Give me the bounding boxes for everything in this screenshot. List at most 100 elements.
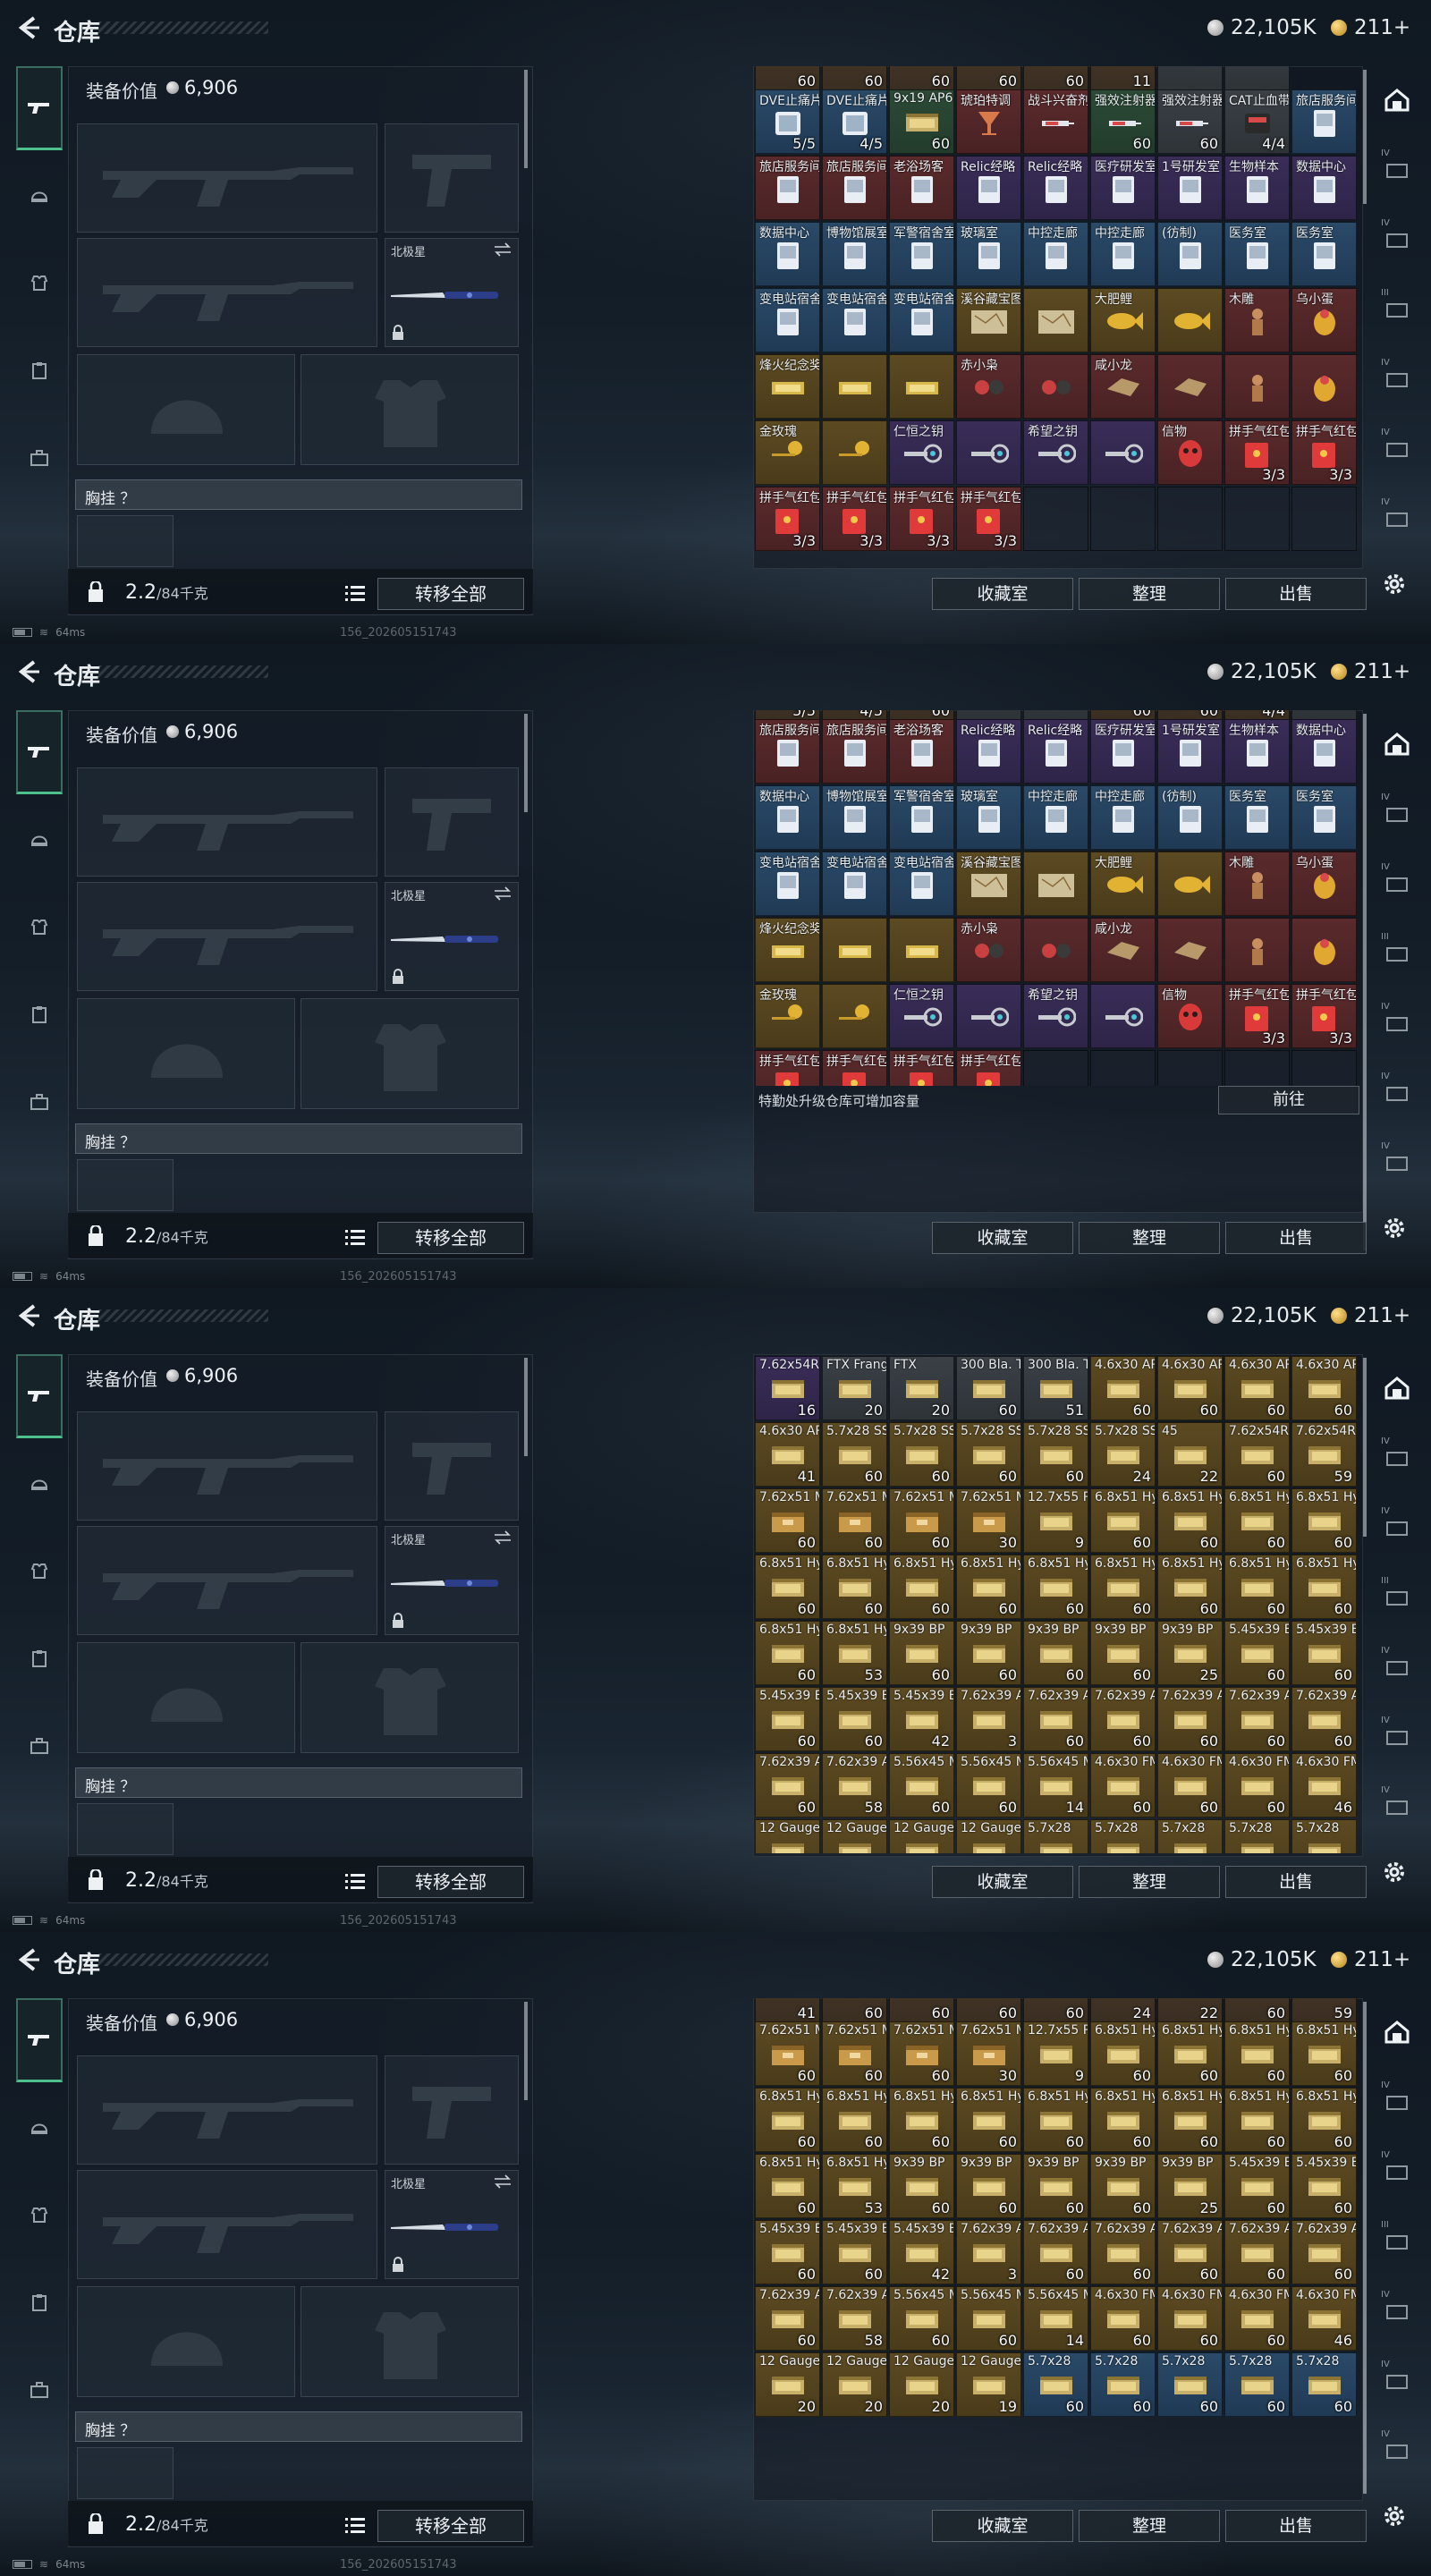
inventory-item[interactable]: 24: [1090, 1998, 1156, 2023]
sell-button[interactable]: 出售: [1225, 578, 1367, 610]
inventory-item[interactable]: 12 Gauge: [956, 1819, 1021, 1853]
transfer-all-button[interactable]: 转移全部: [377, 1866, 524, 1898]
inventory-item[interactable]: 6.8x51 Hybrid 60: [1090, 1488, 1156, 1553]
inventory-item[interactable]: [1023, 354, 1088, 419]
inventory-item[interactable]: 6.8x51 Hybrid 60: [1291, 2088, 1357, 2152]
tab-storage-2[interactable]: IV: [1372, 215, 1422, 265]
inventory-item[interactable]: [889, 918, 954, 982]
inventory-item[interactable]: 变电站宿舍: [822, 852, 887, 916]
inventory-item[interactable]: 60: [822, 1998, 887, 2023]
inventory-item[interactable]: 5.45x39 BS 60: [755, 1687, 820, 1751]
inventory-item[interactable]: 老浴场客: [889, 156, 954, 220]
inventory-item[interactable]: 4.6x30 FMJ SX 60: [1224, 2286, 1290, 2351]
inventory-item[interactable]: 60: [889, 1998, 954, 2023]
inventory-item[interactable]: FTX 20: [889, 1356, 954, 1420]
inventory-item[interactable]: [1224, 918, 1290, 982]
inventory-item[interactable]: 5.45x39 BS 42: [889, 1687, 954, 1751]
inventory-item[interactable]: 生物样本: [1224, 719, 1290, 784]
inventory-item[interactable]: 12 Gauge 20: [889, 2352, 954, 2417]
inventory-item[interactable]: 中控走廊: [1023, 785, 1088, 850]
tab-storage-3[interactable]: III: [1372, 1572, 1422, 1623]
tab-backpack[interactable]: [18, 1724, 61, 1767]
inventory-item[interactable]: 45 22: [1157, 1422, 1223, 1487]
inventory-item[interactable]: DVE止痛片 4/5: [822, 89, 887, 154]
inventory-item[interactable]: 9x39 BP 25: [1157, 1621, 1223, 1685]
inventory-item[interactable]: 变电站宿舍: [822, 288, 887, 352]
tab-storage-4[interactable]: IV: [1372, 1642, 1422, 1692]
tab-weapons[interactable]: [16, 66, 63, 150]
empty-inventory-slot[interactable]: [1157, 487, 1223, 551]
inventory-item[interactable]: [1023, 288, 1088, 352]
inventory-item[interactable]: 6.8x51 Hybrid 60: [1291, 1555, 1357, 1619]
gold-currency[interactable]: 211+: [1331, 660, 1410, 683]
inventory-item[interactable]: 7.62x54R SNB 16: [755, 1356, 820, 1420]
inventory-item[interactable]: 老浴场客: [889, 719, 954, 784]
inventory-item[interactable]: 60: [822, 66, 887, 91]
secondary-weapon-slot[interactable]: [77, 238, 377, 347]
inventory-item[interactable]: [1090, 984, 1156, 1048]
inventory-scrollbar[interactable]: [1363, 714, 1367, 1250]
inventory-item[interactable]: Relic经略: [1023, 156, 1088, 220]
armor-slot[interactable]: [301, 354, 519, 465]
inventory-item[interactable]: 12 Gauge 20: [755, 2352, 820, 2417]
inventory-item[interactable]: 6.8x51 Hybrid 60: [755, 2154, 820, 2218]
pistol-slot[interactable]: [385, 2055, 519, 2165]
inventory-item[interactable]: 旅店服务间: [1291, 89, 1357, 154]
inventory-item[interactable]: 变电站宿舍: [889, 288, 954, 352]
swap-icon[interactable]: [493, 242, 512, 257]
inventory-item[interactable]: 赤小枭: [956, 918, 1021, 982]
chest-rig-header[interactable]: 胸挂 ？: [75, 2411, 522, 2442]
melee-slot[interactable]: 北极星: [385, 882, 519, 991]
inventory-item[interactable]: 强效注射器 60: [1090, 89, 1156, 154]
tab-storage-2[interactable]: IV: [1372, 2147, 1422, 2197]
inventory-item[interactable]: 医务室: [1224, 785, 1290, 850]
primary-weapon-slot[interactable]: [77, 767, 377, 877]
sell-button[interactable]: 出售: [1225, 1866, 1367, 1898]
inventory-item[interactable]: 7.62x39 AP 60: [1023, 1687, 1088, 1751]
list-icon[interactable]: [345, 1229, 365, 1245]
chest-rig-slot[interactable]: [77, 515, 174, 567]
inventory-item[interactable]: 12.7x55 PS12B 9: [1023, 2021, 1088, 2086]
inventory-item[interactable]: 5.7x28 SS 60: [822, 1422, 887, 1487]
inventory-item[interactable]: 军警宿舍室: [889, 222, 954, 286]
inventory-item[interactable]: 6.8x51 Hybrid 60: [1224, 1555, 1290, 1619]
tab-chest-rig[interactable]: [18, 1637, 61, 1680]
chest-rig-slot[interactable]: [77, 1159, 174, 1211]
equipment-scrollbar[interactable]: [524, 714, 528, 812]
inventory-item[interactable]: 5.7x28: [1224, 1819, 1290, 1853]
inventory-item[interactable]: 拼手气红包 3/3: [822, 487, 887, 551]
inventory-item[interactable]: 9x39 BP 60: [1090, 2154, 1156, 2218]
inventory-item[interactable]: 6.8x51 Hybrid 60: [1291, 2021, 1357, 2086]
swap-icon[interactable]: [493, 886, 512, 901]
inventory-item[interactable]: 7.62x51 M80 30: [956, 2021, 1021, 2086]
inventory-item[interactable]: [1157, 66, 1223, 91]
inventory-scrollbar[interactable]: [1363, 70, 1367, 204]
transfer-all-button[interactable]: 转移全部: [377, 1222, 524, 1254]
inventory-item[interactable]: 5.7x28 60: [1090, 2352, 1156, 2417]
tab-chest-rig[interactable]: [18, 2281, 61, 2324]
inventory-item[interactable]: 9x39 BP 60: [1023, 1621, 1088, 1685]
inventory-item[interactable]: 7.62x39 AP 3: [956, 1687, 1021, 1751]
empty-inventory-slot[interactable]: [1023, 1050, 1088, 1086]
inventory-item[interactable]: 4.6x30 AP 60: [1291, 1356, 1357, 1420]
tab-all[interactable]: [1372, 719, 1422, 769]
armor-slot[interactable]: [301, 2286, 519, 2397]
chest-rig-header[interactable]: 胸挂 ？: [75, 479, 522, 510]
inventory-item[interactable]: 拼手气红包 3/3: [956, 487, 1021, 551]
inventory-item[interactable]: [1291, 354, 1357, 419]
inventory-item[interactable]: 7.62x39 AP 60: [755, 2286, 820, 2351]
inventory-item[interactable]: 7.62x39 AP 60: [1090, 2220, 1156, 2284]
inventory-item[interactable]: 仁恒之钥: [889, 984, 954, 1048]
inventory-item[interactable]: 6.8x51 Hybrid 60: [1157, 2088, 1223, 2152]
inventory-item[interactable]: 60: [956, 1998, 1021, 2023]
inventory-item[interactable]: 仁恒之钥: [889, 420, 954, 485]
inventory-item[interactable]: 7.62x54R BT 60: [1224, 1422, 1290, 1487]
inventory-item[interactable]: 7.62x39 AP 60: [755, 1753, 820, 1818]
inventory-item[interactable]: 乌小蛋: [1291, 852, 1357, 916]
tab-armor[interactable]: [18, 1549, 61, 1592]
inventory-item[interactable]: 5.45x39 BS 60: [822, 2220, 887, 2284]
back-arrow-icon[interactable]: [14, 1302, 41, 1329]
secondary-weapon-slot[interactable]: [77, 2170, 377, 2279]
inventory-scrollbar[interactable]: [1363, 1358, 1367, 1537]
inventory-item[interactable]: 拼手气红包 3/3: [1291, 420, 1357, 485]
